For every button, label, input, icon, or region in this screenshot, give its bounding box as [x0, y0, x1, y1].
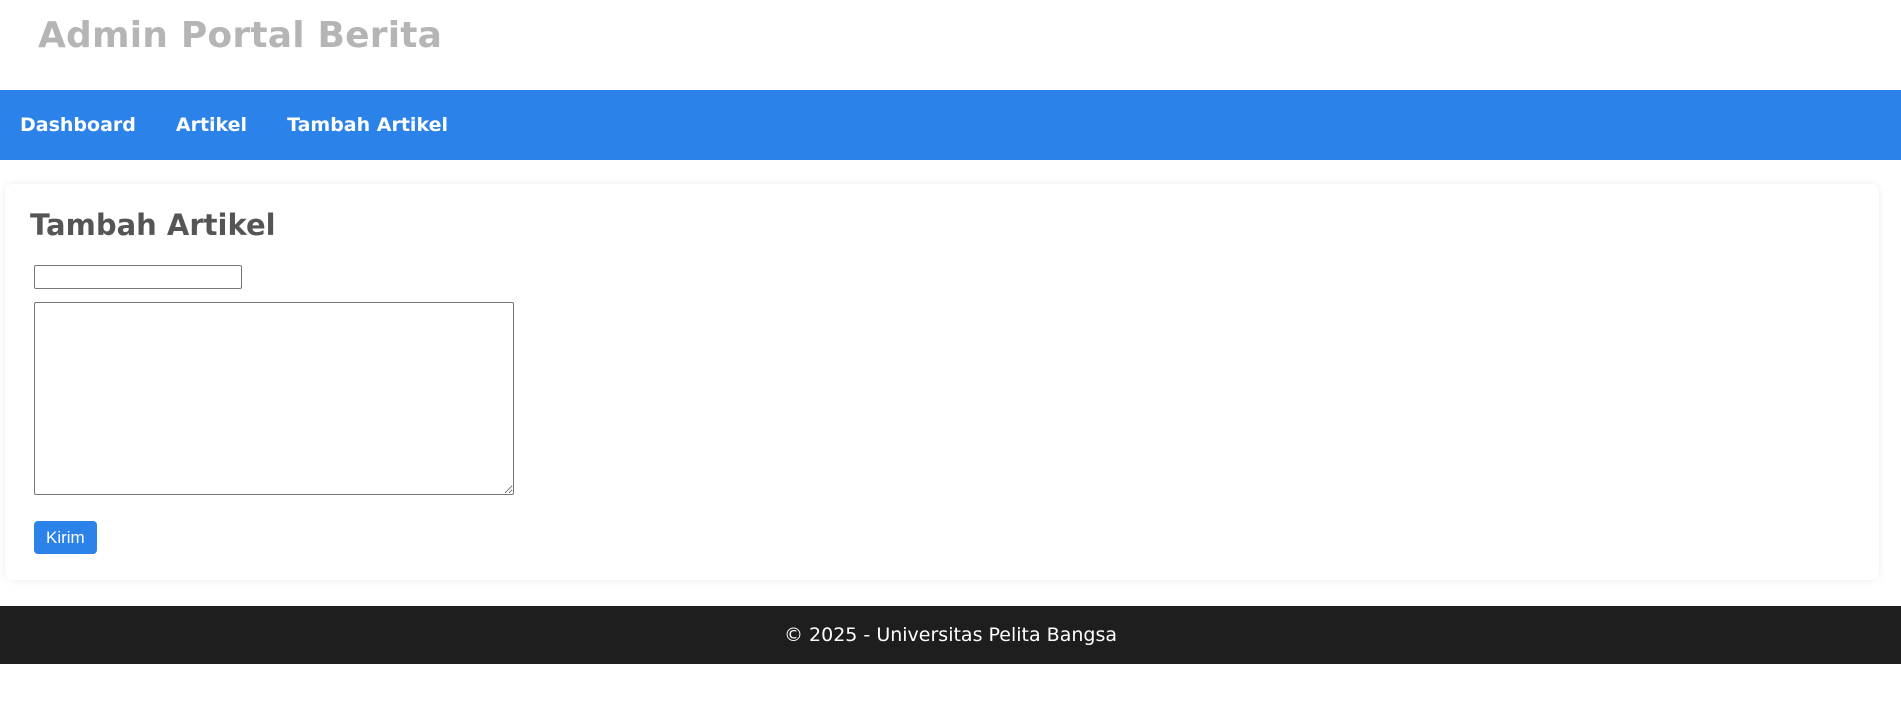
- site-footer: © 2025 - Universitas Pelita Bangsa: [0, 606, 1901, 664]
- nav-link-artikel[interactable]: Artikel: [156, 90, 267, 160]
- add-article-card: Tambah Artikel Kirim: [5, 184, 1879, 580]
- add-article-form: Kirim: [30, 265, 1854, 554]
- article-content-textarea[interactable]: [34, 302, 514, 495]
- submit-button[interactable]: Kirim: [34, 521, 97, 554]
- main-navbar: Dashboard Artikel Tambah Artikel: [0, 90, 1901, 160]
- site-header: Admin Portal Berita: [0, 0, 1901, 90]
- footer-copyright: © 2025 - Universitas Pelita Bangsa: [784, 624, 1117, 646]
- page-title: Tambah Artikel: [30, 208, 276, 242]
- nav-link-dashboard[interactable]: Dashboard: [0, 90, 156, 160]
- nav-link-tambah-artikel[interactable]: Tambah Artikel: [267, 90, 468, 160]
- site-title: Admin Portal Berita: [38, 15, 443, 56]
- article-title-input[interactable]: [34, 265, 242, 289]
